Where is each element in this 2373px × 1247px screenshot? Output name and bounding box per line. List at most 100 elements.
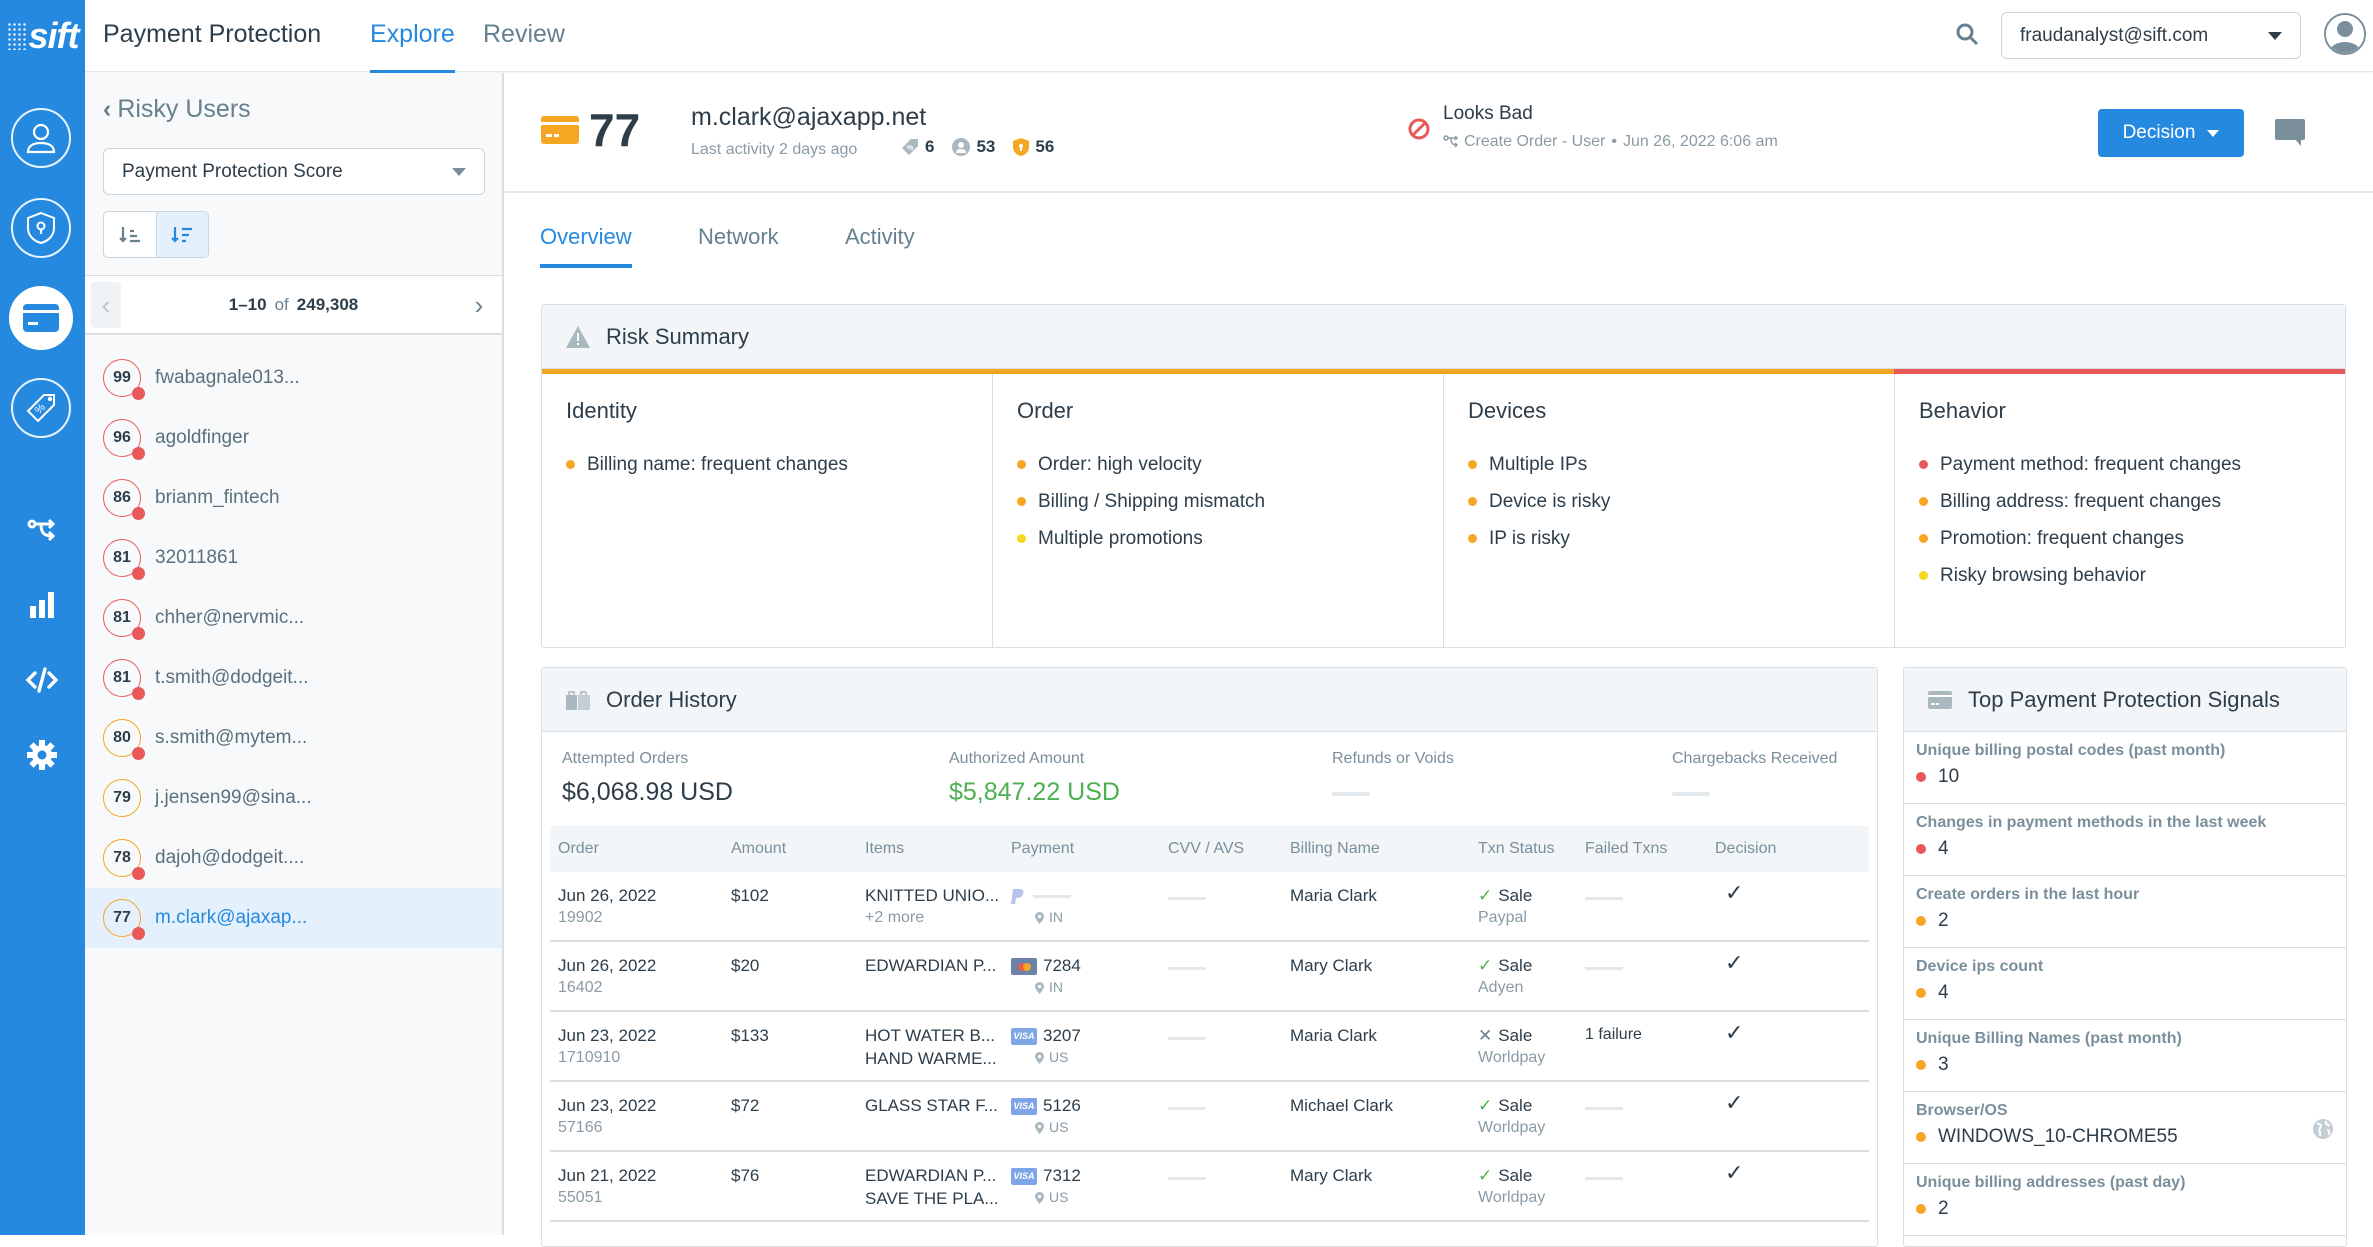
comment-button[interactable] <box>2275 119 2305 146</box>
order-row[interactable]: Jun 26, 2022 19902 $102 KNITTED UNIO... +… <box>550 872 1869 942</box>
decision-button[interactable]: Decision <box>2098 109 2244 157</box>
signal-label: Unique billing postal codes (past month) <box>1916 742 2226 759</box>
visa-icon: VISA <box>1011 1098 1037 1116</box>
signal-item: Unique billing postal codes (past month)… <box>1904 732 2346 804</box>
cvv-avs-empty <box>1168 967 1206 970</box>
risky-user-row[interactable]: 81 t.smith@dodgeit... <box>85 648 502 708</box>
tab-network[interactable]: Network <box>698 224 779 250</box>
column-header[interactable]: Order <box>558 840 599 858</box>
more-items-link[interactable]: +2 more <box>865 909 924 927</box>
rail-ato-button[interactable] <box>11 198 71 258</box>
order-row[interactable]: Jun 23, 2022 1710910 $133 HOT WATER B...… <box>550 1012 1869 1082</box>
account-select[interactable]: fraudanalyst@sift.com <box>2001 12 2301 59</box>
tab-activity[interactable]: Activity <box>845 224 915 250</box>
chevron-down-icon <box>2268 31 2282 40</box>
risky-user-row[interactable]: 78 dajoh@dodgeit.... <box>85 828 502 888</box>
order-date: Jun 23, 2022 <box>558 1096 657 1115</box>
rail-settings-button[interactable] <box>22 735 62 775</box>
order-id[interactable]: 55051 <box>558 1189 603 1207</box>
payment-country: IN <box>1035 909 1063 925</box>
order-id[interactable]: 16402 <box>558 979 603 997</box>
summary-label: Chargebacks Received <box>1672 750 1838 767</box>
user-name: t.smith@dodgeit... <box>155 667 309 688</box>
signal-item: Create orders in the last hour 2 <box>1904 876 2346 948</box>
sort-ascending-button[interactable] <box>104 212 156 257</box>
chargebacks-received: Chargebacks Received <box>1672 750 1837 801</box>
column-header[interactable]: Billing Name <box>1290 840 1380 858</box>
signal-value: 2 <box>1938 910 1949 931</box>
risky-user-row[interactable]: 99 fwabagnale013... <box>85 348 502 408</box>
sort-descending-button[interactable] <box>155 212 208 257</box>
user-score-badge: 80 <box>103 719 145 760</box>
order-row[interactable]: Jun 21, 2022 55051 $76 EDWARDIAN P... SAV… <box>550 1152 1869 1222</box>
account-abuse-score: 53 <box>976 137 996 156</box>
order-row[interactable]: Jun 23, 2022 57166 $72 GLASS STAR F... V… <box>550 1082 1869 1152</box>
nav-tab-review[interactable]: Review <box>483 20 565 49</box>
column-header[interactable]: Items <box>865 840 904 858</box>
last-activity: Last activity 2 days ago <box>691 141 858 158</box>
column-header[interactable]: Txn Status <box>1478 840 1554 858</box>
risk-item: Risky browsing behavior <box>1919 557 2321 594</box>
column-header[interactable]: CVV / AVS <box>1168 840 1244 858</box>
risky-user-row[interactable]: 77 m.clark@ajaxap... <box>85 888 502 948</box>
txn-status-label: Sale <box>1498 886 1533 905</box>
rail-workflows-button[interactable] <box>22 510 62 550</box>
risk-item-text: Billing / Shipping mismatch <box>1038 490 1266 512</box>
sort-field-select[interactable]: Payment Protection Score <box>103 148 485 195</box>
search-button[interactable] <box>1955 22 1983 50</box>
approved-check-icon: ✓ <box>1725 950 1744 975</box>
user-header: 77 m.clark@ajaxapp.net Last activity 2 d… <box>505 73 2373 193</box>
risky-user-row[interactable]: 81 chher@nervmic... <box>85 588 502 648</box>
order-id[interactable]: 1710910 <box>558 1049 620 1067</box>
order-id[interactable]: 57166 <box>558 1119 603 1137</box>
rail-payment-button[interactable] <box>9 286 73 350</box>
failed-txns[interactable]: 1 failure <box>1585 1026 1642 1044</box>
user-score-badge: 78 <box>103 839 145 880</box>
user-score-badge: 86 <box>103 479 145 520</box>
risky-user-row[interactable]: 79 j.jensen99@sina... <box>85 768 502 828</box>
user-score: 81 <box>113 549 131 566</box>
user-score: 81 <box>113 609 131 626</box>
signal-label: Unique billing addresses (past day) <box>1916 1174 2186 1191</box>
location-pin-icon <box>1035 912 1044 925</box>
payment-method: VISA 7312 <box>1011 1166 1081 1186</box>
risky-user-row[interactable]: 86 brianm_fintech <box>85 468 502 528</box>
risk-flag-dot <box>132 867 145 880</box>
next-page-button[interactable]: › <box>464 282 494 328</box>
page-total: 249,308 <box>296 294 359 314</box>
rail-reports-button[interactable] <box>22 585 62 625</box>
column-header[interactable]: Amount <box>731 840 786 858</box>
item-name: HAND WARME... <box>865 1049 997 1068</box>
item-name: EDWARDIAN P... <box>865 1166 997 1185</box>
txn-status-label: Sale <box>1498 1096 1533 1115</box>
back-to-risky-users[interactable]: ‹ Risky Users <box>103 95 251 124</box>
prev-page-button[interactable]: ‹ <box>91 282 121 328</box>
order-date: Jun 26, 2022 <box>558 886 657 905</box>
rail-developer-button[interactable] <box>22 660 62 700</box>
empty-value-dash <box>1332 792 1370 796</box>
signal-value-row: 3 <box>1916 1054 2334 1076</box>
user-avatar-icon <box>2326 15 2364 53</box>
risk-level-dot <box>1468 460 1477 469</box>
rail-promo-button[interactable]: % <box>11 378 71 438</box>
order-id[interactable]: 19902 <box>558 909 603 927</box>
decision-button-label: Decision <box>2122 122 2196 143</box>
order-row[interactable]: Jun 26, 2022 16402 $20 EDWARDIAN P... 72… <box>550 942 1869 1012</box>
profile-avatar[interactable] <box>2324 13 2366 55</box>
payment-country: US <box>1035 1189 1068 1205</box>
globe-icon[interactable] <box>2312 1118 2334 1140</box>
risky-user-row[interactable]: 80 s.smith@mytem... <box>85 708 502 768</box>
column-header[interactable]: Decision <box>1715 840 1776 858</box>
nav-tab-explore[interactable]: Explore <box>370 20 455 74</box>
sift-logo[interactable]: sift <box>0 0 85 72</box>
approved-check-icon: ✓ <box>1725 1020 1744 1045</box>
risky-user-row[interactable]: 81 32011861 <box>85 528 502 588</box>
rail-users-button[interactable] <box>11 108 71 168</box>
column-header[interactable]: Payment <box>1011 840 1074 858</box>
signal-level-dot <box>1916 844 1926 854</box>
risky-user-row[interactable]: 96 agoldfinger <box>85 408 502 468</box>
tab-overview[interactable]: Overview <box>540 224 632 268</box>
payment-gateway: Worldpay <box>1478 1049 1546 1066</box>
risk-level-dot <box>1017 497 1026 506</box>
column-header[interactable]: Failed Txns <box>1585 840 1667 858</box>
